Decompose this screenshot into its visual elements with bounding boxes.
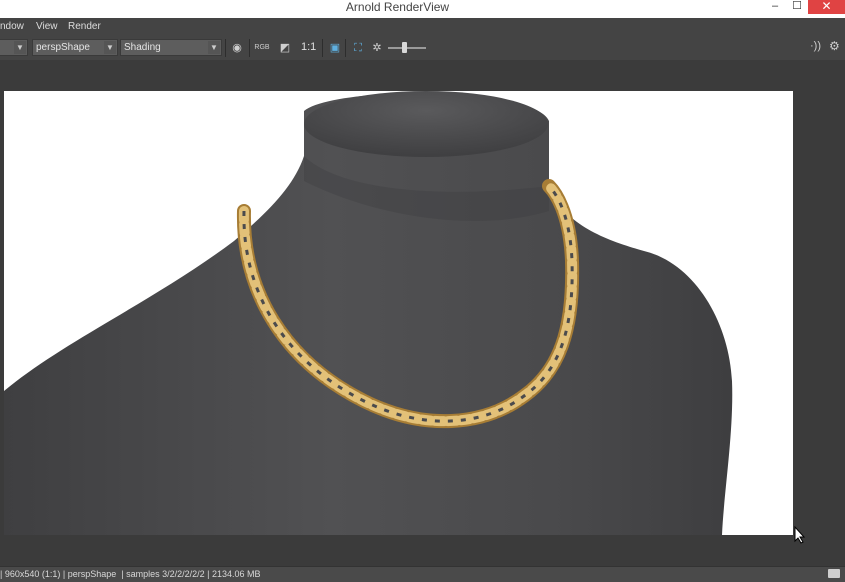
menu-view[interactable]: View xyxy=(36,21,58,32)
minimize-icon[interactable]: – xyxy=(766,0,784,14)
toolbar-divider xyxy=(322,39,323,57)
aov-select[interactable]: Shading ▼ xyxy=(120,39,222,56)
camera-select-label: perspShape xyxy=(36,42,90,53)
rendered-necklace-image xyxy=(4,91,733,535)
chevron-down-icon: ▼ xyxy=(14,41,26,54)
aov-select-label: Shading xyxy=(124,42,161,53)
camera-select[interactable]: perspShape ▼ xyxy=(32,39,118,56)
menu-bar: ndow View Render xyxy=(0,18,845,36)
menu-window[interactable]: ndow xyxy=(0,21,24,32)
gear-icon[interactable]: ⚙ xyxy=(829,39,840,53)
checker-alpha-icon[interactable]: ◩ xyxy=(277,40,293,56)
close-icon[interactable]: ✕ xyxy=(808,0,845,14)
render-select[interactable]: ▼ xyxy=(0,39,28,56)
chevron-down-icon: ▼ xyxy=(208,41,220,54)
exposure-slider-handle[interactable] xyxy=(402,42,407,53)
render-viewport[interactable] xyxy=(0,60,845,566)
title-bar: Arnold RenderView – ☐ ✕ xyxy=(0,0,845,18)
exposure-slider-track[interactable] xyxy=(388,47,426,49)
chevron-down-icon: ▼ xyxy=(104,41,116,54)
menu-render[interactable]: Render xyxy=(68,21,101,32)
refresh-icon[interactable]: ✲ xyxy=(369,40,385,56)
render-image xyxy=(4,91,793,535)
rgb-channel-icon[interactable]: RGB xyxy=(254,40,270,56)
maximize-icon[interactable]: ☐ xyxy=(788,0,806,14)
frame-region-icon[interactable]: ▣ xyxy=(327,40,343,56)
zoom-ratio-button[interactable]: 1:1 xyxy=(301,41,316,53)
sun-light-icon[interactable]: ◉ xyxy=(229,40,245,56)
mouse-cursor-icon xyxy=(794,526,806,544)
crop-region-icon[interactable]: ⛶ xyxy=(350,40,366,56)
snapshot-camera-icon[interactable] xyxy=(828,569,840,578)
toolbar-divider xyxy=(345,39,346,57)
render-status-text: | 960x540 (1:1) | perspShape | samples 3… xyxy=(0,569,261,579)
ipr-refresh-icon[interactable]: ·)) xyxy=(810,40,821,52)
toolbar-divider xyxy=(225,39,226,57)
status-bar: | 960x540 (1:1) | perspShape | samples 3… xyxy=(0,566,845,582)
window-title: Arnold RenderView xyxy=(345,0,450,14)
toolbar-divider xyxy=(249,39,250,57)
